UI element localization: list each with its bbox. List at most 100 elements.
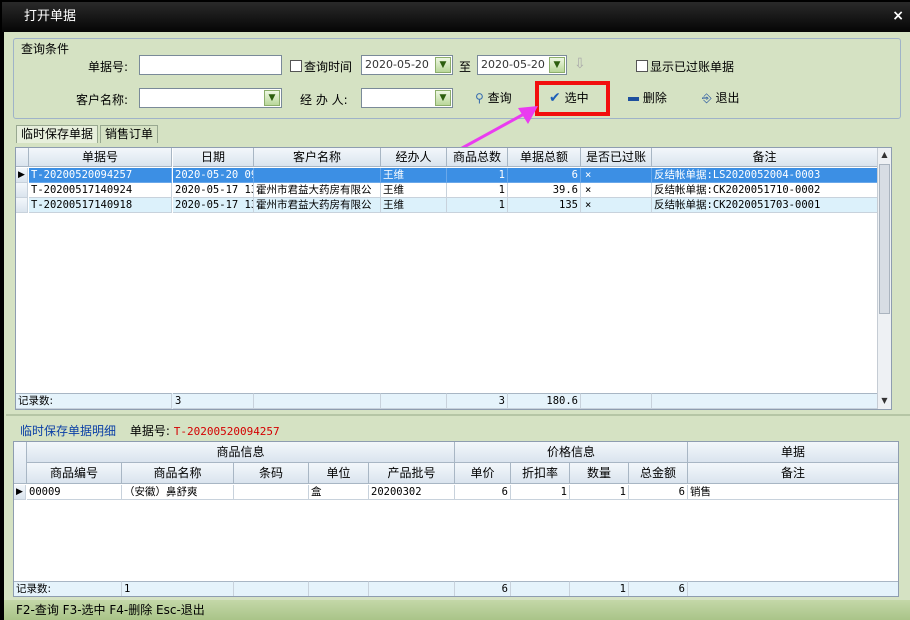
scroll-down-icon[interactable]: ▼ xyxy=(878,394,891,408)
footer-cell xyxy=(381,393,447,409)
column-header[interactable]: 备注 xyxy=(652,148,878,167)
group-header: 单据 xyxy=(688,442,898,463)
detail-doc-value: T-20200520094257 xyxy=(173,425,280,438)
footer-cell xyxy=(511,581,570,596)
exit-button[interactable]: ⎆ 退出 xyxy=(702,87,739,109)
footer-cell xyxy=(369,581,455,596)
column-header[interactable]: 商品总数 xyxy=(447,148,508,167)
table-cell: 135 xyxy=(508,198,581,213)
footer-cell: 3 xyxy=(173,393,254,409)
table-cell: 1 xyxy=(447,183,508,198)
doc-no-label: 单据号: xyxy=(88,60,129,74)
chevron-down-icon[interactable]: ▼ xyxy=(435,57,451,73)
customer-select[interactable]: ▼ xyxy=(139,88,282,108)
column-header[interactable]: 客户名称 xyxy=(254,148,381,167)
exit-button-label: 退出 xyxy=(715,91,740,105)
chevron-down-icon[interactable]: ▼ xyxy=(264,90,280,106)
detail-title: 临时保存单据明细 xyxy=(20,424,117,438)
saved-docs-grid: 单据号 日期 客户名称 经办人 商品总数 单据总额 是否已过账 备注 ▶ T-2020052009… xyxy=(15,147,892,410)
footer-cell xyxy=(254,393,381,409)
column-header[interactable]: 商品编号 xyxy=(27,463,122,484)
footer-cell xyxy=(234,581,309,596)
date-to-value: 2020-05-20 xyxy=(481,58,545,71)
date-from-picker[interactable]: 2020-05-20 ▼ xyxy=(361,55,453,75)
column-header[interactable]: 折扣率 xyxy=(511,463,570,484)
dialog-window: 打开单据 × 查询条件 单据号: 查询时间 2020-05-20 ▼ 至 2020… xyxy=(0,0,910,620)
tab-sales-order[interactable]: 销售订单 xyxy=(100,125,159,143)
footer-cell: 记录数: xyxy=(14,581,122,596)
row-indicator-header xyxy=(14,442,27,484)
chevron-down-icon[interactable]: ▼ xyxy=(549,57,565,73)
column-header[interactable]: 单据号 xyxy=(29,148,172,167)
show-posted-label: 显示已过账单据 xyxy=(650,60,735,74)
window-title: 打开单据 xyxy=(24,9,77,24)
date-from-value: 2020-05-20 xyxy=(365,58,429,71)
row-indicator: ▶ xyxy=(16,168,28,183)
column-header[interactable]: 条码 xyxy=(234,463,309,484)
show-posted-checkbox[interactable] xyxy=(636,60,648,72)
vertical-scrollbar[interactable]: ▲ ▼ xyxy=(877,148,891,409)
tab-temp-saved[interactable]: 临时保存单据 xyxy=(16,125,99,143)
handler-select[interactable]: ▼ xyxy=(361,88,453,108)
column-header[interactable]: 总金额 xyxy=(629,463,688,484)
table-cell: 反结帐单据:CK2020051710-0002 xyxy=(652,183,878,198)
table-cell: 销售 xyxy=(688,485,898,500)
footer-cell xyxy=(581,393,652,409)
column-header[interactable]: 日期 xyxy=(173,148,254,167)
dialog-body: 查询条件 单据号: 查询时间 2020-05-20 ▼ 至 2020-05-20 ▼… xyxy=(4,32,910,620)
table-cell: 反结帐单据:LS2020052004-0003 xyxy=(652,168,878,183)
table-cell: 霍州市君益大药房有限公 xyxy=(254,183,381,198)
date-to-picker[interactable]: 2020-05-20 ▼ xyxy=(477,55,567,75)
delete-button-label: 删除 xyxy=(642,91,667,105)
footer-row: 记录数: 3 3 180.6 xyxy=(16,393,878,409)
table-cell xyxy=(234,485,309,500)
table-row[interactable]: ▶ 00009 （安徽）鼻舒爽盒 20200302 6 1 1 6 销售 xyxy=(14,485,898,500)
handler-label: 经 办 人: xyxy=(300,93,348,107)
table-cell: × xyxy=(581,168,652,183)
row-indicator-header xyxy=(16,148,29,167)
row-indicator: ▶ xyxy=(14,485,26,500)
table-cell: 王维 xyxy=(381,183,447,198)
footer-cell: 3 xyxy=(447,393,508,409)
table-cell: T-20200520094257 xyxy=(29,168,172,183)
table-cell: 00009 xyxy=(27,485,122,500)
table-cell: 20200302 xyxy=(369,485,455,500)
footer-cell: 6 xyxy=(629,581,688,596)
close-icon[interactable]: × xyxy=(892,8,904,24)
table-cell: T-20200517140924 xyxy=(29,183,172,198)
table-cell: （安徽）鼻舒爽 xyxy=(122,485,234,500)
column-header[interactable]: 备注 xyxy=(688,463,898,484)
footer-cell: 1 xyxy=(570,581,629,596)
detail-doc-label: 单据号: xyxy=(129,424,170,438)
column-header[interactable]: 产品批号 xyxy=(369,463,455,484)
doc-no-input[interactable] xyxy=(139,55,282,75)
table-cell: 反结帐单据:CK2020051703-0001 xyxy=(652,198,878,213)
column-header[interactable]: 商品名称 xyxy=(122,463,234,484)
table-row[interactable]: T-20200517140918 2020-05-17 13 霍州市君益大药房有限公… xyxy=(16,198,878,213)
scroll-up-icon[interactable]: ▲ xyxy=(878,148,891,162)
table-row[interactable]: T-20200517140924 2020-05-17 13 霍州市君益大药房有限公… xyxy=(16,183,878,198)
customer-label: 客户名称: xyxy=(76,93,129,107)
to-label: 至 xyxy=(459,60,472,74)
delete-button[interactable]: 删除 xyxy=(628,87,667,109)
table-cell: 6 xyxy=(455,485,511,500)
column-header[interactable]: 单据总额 xyxy=(508,148,581,167)
query-time-label: 查询时间 xyxy=(304,60,353,74)
column-header[interactable]: 单位 xyxy=(309,463,369,484)
scroll-thumb[interactable] xyxy=(879,164,890,314)
highlight-box xyxy=(535,81,610,116)
column-header[interactable]: 经办人 xyxy=(381,148,447,167)
table-cell: × xyxy=(581,198,652,213)
table-row[interactable]: ▶ T-20200520094257 2020-05-20 09 王维 1 6 × 反结帐单据… xyxy=(16,168,878,183)
query-time-checkbox[interactable] xyxy=(290,60,302,72)
table-cell: 2020-05-20 09 xyxy=(173,168,254,183)
minus-icon xyxy=(628,96,639,101)
detail-header: 临时保存单据明细 单据号: T-20200520094257 xyxy=(20,422,280,439)
column-header[interactable]: 数量 xyxy=(570,463,629,484)
table-cell: 霍州市君益大药房有限公 xyxy=(254,198,381,213)
table-cell: 王维 xyxy=(381,198,447,213)
table-cell: 1 xyxy=(511,485,570,500)
group-header: 商品信息 xyxy=(27,442,455,463)
column-header[interactable]: 单价 xyxy=(455,463,511,484)
column-header[interactable]: 是否已过账 xyxy=(581,148,652,167)
